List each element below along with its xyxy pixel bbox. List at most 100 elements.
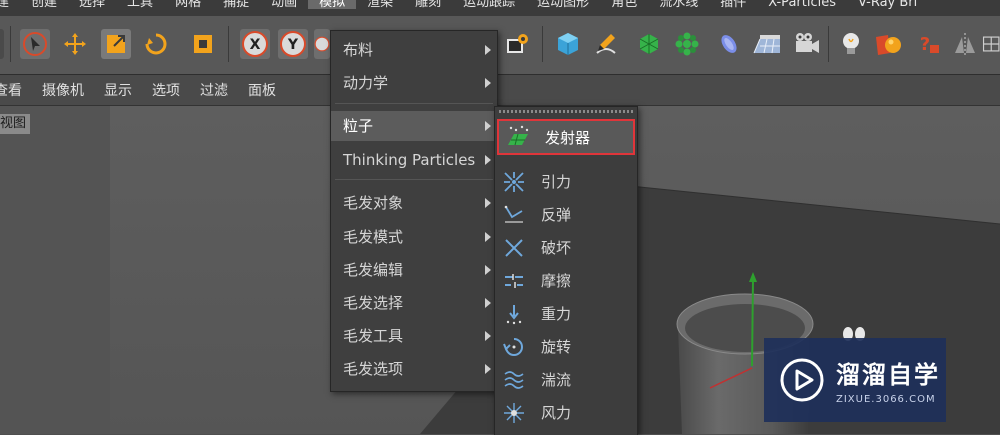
subdivision-icon — [639, 34, 659, 54]
menu-item-snap[interactable]: 捕捉 — [212, 0, 260, 9]
deformer-icon — [721, 35, 737, 53]
menu-item-vray[interactable]: V-Ray Bri — [847, 0, 928, 9]
menu-item-turbulence[interactable]: 湍流 — [495, 363, 637, 396]
lock-z-axis-button[interactable] — [314, 29, 330, 59]
menu-item-dynamics[interactable]: 动力学 — [331, 68, 497, 98]
camera-button[interactable] — [792, 29, 822, 59]
rotate-tool-button[interactable] — [141, 29, 171, 59]
viewport-menu-options[interactable]: 选项 — [142, 80, 190, 100]
recent-tool-icon — [194, 35, 212, 53]
menu-item-mograph[interactable]: 运动图形 — [526, 0, 600, 9]
menu-item-create[interactable]: 创建 — [20, 0, 68, 9]
watermark: 溜溜自学 ZIXUE.3066.COM — [764, 338, 946, 422]
svg-text:?: ? — [920, 34, 930, 55]
menu-item-cloth[interactable]: 布料 — [331, 35, 497, 65]
move-icon — [64, 33, 86, 55]
menu-item-pipeline[interactable]: 流水线 — [648, 0, 709, 9]
menu-item-mesh[interactable]: 网格 — [164, 0, 212, 9]
menu-item-label: 毛发工具 — [343, 327, 404, 345]
menu-item-tools[interactable]: 工具 — [116, 0, 164, 9]
menu-item-attractor[interactable]: 引力 — [495, 165, 637, 198]
menu-item-emitter[interactable]: 发射器 — [497, 119, 635, 155]
menu-item-hair-edit[interactable]: 毛发编辑 — [331, 255, 497, 285]
menu-item-render[interactable]: 渲染 — [356, 0, 404, 9]
particles-submenu: 发射器 引力 反弹 破坏 摩擦 重力 旋转 湍流 风力 — [494, 106, 638, 435]
tear-off-grip[interactable] — [499, 110, 633, 113]
menu-item-label: 毛发模式 — [343, 228, 404, 246]
viewport-left-panel — [0, 106, 110, 434]
lock-y-axis-button[interactable]: Y — [278, 29, 308, 59]
help-button[interactable]: ? — [914, 29, 944, 59]
menu-item-gravity[interactable]: 重力 — [495, 297, 637, 330]
menu-item-animate[interactable]: 动画 — [260, 0, 308, 9]
menu-item-wind[interactable]: 风力 — [495, 396, 637, 429]
menu-item-sculpt[interactable]: 雕刻 — [404, 0, 452, 9]
submenu-arrow-icon — [485, 155, 491, 165]
viewport-menu-cameras[interactable]: 摄像机 — [32, 80, 94, 100]
menu-divider — [335, 179, 493, 180]
menu-item-hair-options[interactable]: 毛发选项 — [331, 354, 497, 384]
wind-icon — [501, 400, 527, 426]
watermark-title: 溜溜自学 — [836, 361, 940, 389]
material-button[interactable] — [874, 29, 904, 59]
turbulence-icon — [501, 367, 527, 393]
svg-text:Y: Y — [287, 37, 299, 53]
menu-item-label: Thinking Particles — [343, 151, 476, 169]
viewport-menu-display[interactable]: 显示 — [94, 80, 142, 100]
render-settings-icon — [507, 34, 528, 53]
grid-snap-button[interactable] — [982, 29, 1000, 59]
simulate-menu: 布料 动力学 粒子 Thinking Particles 毛发对象 毛发模式 毛… — [330, 30, 498, 392]
floor-button[interactable] — [752, 29, 782, 59]
cube-icon — [558, 33, 578, 55]
select-tool-button[interactable] — [20, 29, 50, 59]
menu-item-thinking-particles[interactable]: Thinking Particles — [331, 145, 497, 175]
cloner-button[interactable] — [672, 29, 702, 59]
toolbar-edge-button[interactable] — [0, 29, 4, 59]
menu-item-friction[interactable]: 摩擦 — [495, 264, 637, 297]
material-icon — [876, 35, 901, 55]
attractor-icon — [501, 169, 527, 195]
lock-x-axis-button[interactable]: X — [240, 29, 270, 59]
toolbar-separator — [228, 26, 229, 62]
menu-item-label: 风力 — [541, 404, 572, 422]
subdivision-surface-button[interactable] — [634, 29, 664, 59]
submenu-arrow-icon — [485, 298, 491, 308]
menu-item-label: 湍流 — [541, 371, 572, 389]
light-button[interactable] — [836, 29, 866, 59]
move-tool-button[interactable] — [60, 29, 90, 59]
submenu-arrow-icon — [485, 364, 491, 374]
menu-item-select[interactable]: 选择 — [68, 0, 116, 9]
symmetry-button[interactable] — [950, 29, 980, 59]
menu-item-label: 毛发选项 — [343, 360, 404, 378]
render-settings-button[interactable] — [502, 29, 532, 59]
menu-item-hair-tools[interactable]: 毛发工具 — [331, 321, 497, 351]
viewport-menu-panel[interactable]: 面板 — [238, 80, 286, 100]
menu-item-deflector[interactable]: 反弹 — [495, 198, 637, 231]
submenu-arrow-icon — [485, 198, 491, 208]
menu-item-particles[interactable]: 粒子 — [331, 111, 497, 141]
menu-item-x-particles[interactable]: X-Particles — [757, 0, 847, 9]
cursor-icon — [23, 32, 47, 56]
deformer-button[interactable] — [714, 29, 744, 59]
menu-item-motion-tracking[interactable]: 运动跟踪 — [452, 0, 526, 9]
viewport-menu-view[interactable]: 查看 — [0, 80, 32, 100]
submenu-arrow-icon — [485, 45, 491, 55]
menu-divider — [335, 103, 493, 104]
menu-item-hair-mode[interactable]: 毛发模式 — [331, 222, 497, 252]
menu-item-rotation[interactable]: 旋转 — [495, 330, 637, 363]
menu-item-character[interactable]: 角色 — [600, 0, 648, 9]
recent-tool-button[interactable] — [188, 29, 218, 59]
camera-icon — [796, 33, 819, 53]
viewport-menu-filter[interactable]: 过滤 — [190, 80, 238, 100]
scale-tool-button[interactable] — [101, 29, 131, 59]
menu-item-hair-objects[interactable]: 毛发对象 — [331, 188, 497, 218]
menu-item-plugins[interactable]: 插件 — [709, 0, 757, 9]
menu-item-destructor[interactable]: 破坏 — [495, 231, 637, 264]
menu-item-simulate[interactable]: 模拟 — [308, 0, 357, 9]
play-logo-icon — [780, 358, 824, 402]
menu-item-build[interactable]: 建 — [0, 0, 20, 9]
cube-object-button[interactable] — [553, 29, 583, 59]
menu-item-hair-selection[interactable]: 毛发选择 — [331, 288, 497, 318]
toolbar-separator — [542, 26, 543, 62]
pen-spline-button[interactable] — [591, 29, 621, 59]
